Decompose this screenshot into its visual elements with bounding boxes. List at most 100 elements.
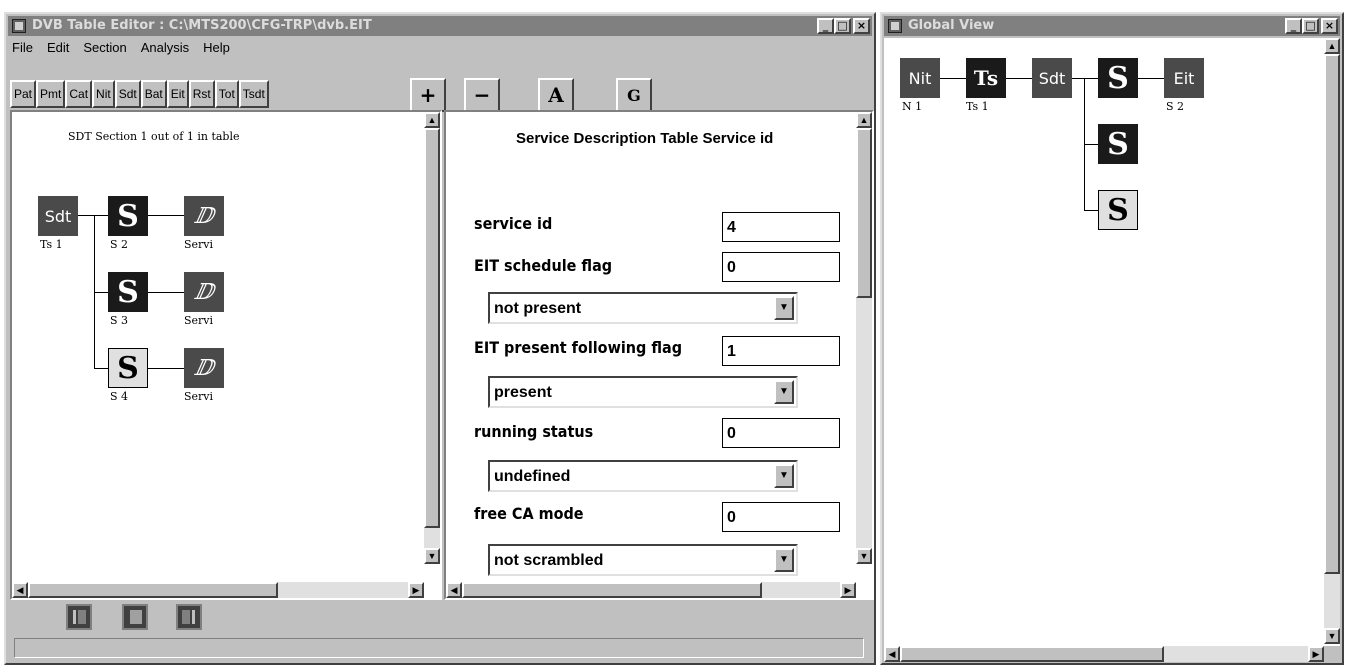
chevron-down-icon[interactable]: ▼ xyxy=(774,296,794,320)
detail-horizontal-scrollbar[interactable]: ◀ ▶ xyxy=(446,582,856,598)
tab-cat[interactable]: Cat xyxy=(65,80,93,108)
global-eit-node[interactable]: Eit xyxy=(1164,58,1204,98)
dvb-table-editor-window: DVB Table Editor : C:\MTS200\CFG-TRP\dvb… xyxy=(4,12,876,665)
eit-schedule-flag-input[interactable]: 0 xyxy=(722,252,840,282)
global-service-node[interactable]: S xyxy=(1098,124,1138,164)
tree-header: SDT Section 1 out of 1 in table xyxy=(68,130,240,143)
maximize-button[interactable]: □ xyxy=(834,18,851,34)
tab-tot[interactable]: Tot xyxy=(214,80,239,108)
menu-analysis[interactable]: Analysis xyxy=(139,40,191,58)
scroll-left-icon[interactable]: ◀ xyxy=(12,582,28,598)
tree-horizontal-scrollbar[interactable]: ◀ ▶ xyxy=(12,582,424,598)
service-descriptor-node[interactable]: ⅅ xyxy=(184,272,224,312)
eit-present-following-flag-input[interactable]: 1 xyxy=(722,336,840,366)
global-title-bar[interactable]: Global View _ □ × xyxy=(884,16,1340,36)
global-window-title: Global View xyxy=(908,18,995,33)
global-ts-node[interactable]: Ts xyxy=(966,58,1006,98)
menu-bar: File Edit Section Analysis Help xyxy=(10,40,232,58)
free-ca-mode-select[interactable]: not scrambled ▼ xyxy=(488,544,798,576)
global-sdt-node[interactable]: Sdt xyxy=(1032,58,1072,98)
running-status-select[interactable]: undefined ▼ xyxy=(488,460,798,492)
global-connector xyxy=(1084,210,1098,211)
close-button[interactable]: × xyxy=(853,18,870,34)
service-s-label: S xyxy=(117,274,139,310)
remove-button[interactable]: − xyxy=(464,78,500,112)
g-button[interactable]: G xyxy=(616,78,652,112)
last-record-icon[interactable] xyxy=(176,604,202,630)
scroll-thumb[interactable] xyxy=(424,128,440,528)
global-nit-node[interactable]: Nit xyxy=(900,58,940,98)
menu-help[interactable]: Help xyxy=(201,40,232,58)
scroll-up-icon[interactable]: ▲ xyxy=(856,112,872,128)
tree-service-node[interactable]: S xyxy=(108,272,148,312)
menu-file[interactable]: File xyxy=(10,40,35,58)
free-ca-mode-input[interactable]: 0 xyxy=(722,502,840,532)
tab-pat[interactable]: Pat xyxy=(10,80,37,108)
scroll-right-icon[interactable]: ▶ xyxy=(840,582,856,598)
select-value: undefined xyxy=(494,468,571,485)
main-window-title: DVB Table Editor : C:\MTS200\CFG-TRP\dvb… xyxy=(32,18,372,33)
add-button[interactable]: + xyxy=(410,78,446,112)
tab-tsdt[interactable]: Tsdt xyxy=(238,80,269,108)
tab-sdt[interactable]: Sdt xyxy=(114,80,141,108)
scroll-thumb[interactable] xyxy=(1324,54,1340,574)
scroll-up-icon[interactable]: ▲ xyxy=(424,112,440,128)
scroll-right-icon[interactable]: ▶ xyxy=(408,582,424,598)
close-button[interactable]: × xyxy=(1321,18,1338,34)
eit-schedule-flag-select[interactable]: not present ▼ xyxy=(488,292,798,324)
scroll-thumb[interactable] xyxy=(900,646,1164,662)
maximize-button[interactable]: □ xyxy=(1302,18,1319,34)
tree-connector xyxy=(148,368,184,369)
service-descriptor-node[interactable]: ⅅ xyxy=(184,348,224,388)
global-service-node[interactable]: S xyxy=(1098,58,1138,98)
tree-sdt-node[interactable]: Sdt xyxy=(38,196,78,236)
first-record-icon[interactable] xyxy=(66,604,92,630)
scroll-down-icon[interactable]: ▼ xyxy=(424,548,440,564)
scroll-thumb[interactable] xyxy=(856,128,872,298)
chevron-down-icon[interactable]: ▼ xyxy=(774,548,794,572)
global-connector xyxy=(940,78,966,79)
scroll-down-icon[interactable]: ▼ xyxy=(1324,628,1340,644)
service-id-input[interactable]: 4 xyxy=(722,212,840,242)
scroll-right-icon[interactable]: ▶ xyxy=(1308,646,1324,662)
scroll-up-icon[interactable]: ▲ xyxy=(1324,38,1340,54)
tree-service-node-selected[interactable]: S xyxy=(108,348,148,388)
tree-vertical-scrollbar[interactable]: ▲ ▼ xyxy=(424,112,440,564)
plus-icon: + xyxy=(419,83,437,107)
scroll-down-icon[interactable]: ▼ xyxy=(856,548,872,564)
tab-pmt[interactable]: Pmt xyxy=(36,80,66,108)
info-record-icon[interactable] xyxy=(122,604,148,630)
menu-edit[interactable]: Edit xyxy=(45,40,71,58)
global-ts-sublabel: Ts 1 xyxy=(966,100,989,113)
global-service-node-selected[interactable]: S xyxy=(1098,190,1138,230)
chevron-down-icon[interactable]: ▼ xyxy=(774,380,794,404)
tree-service-node[interactable]: S xyxy=(108,196,148,236)
detail-vertical-scrollbar[interactable]: ▲ ▼ xyxy=(856,112,872,564)
tab-eit[interactable]: Eit xyxy=(166,80,189,108)
app-icon xyxy=(12,19,26,33)
service-descriptor-node[interactable]: ⅅ xyxy=(184,196,224,236)
tab-rst[interactable]: Rst xyxy=(188,80,215,108)
scroll-left-icon[interactable]: ◀ xyxy=(446,582,462,598)
running-status-input[interactable]: 0 xyxy=(722,418,840,448)
scroll-thumb[interactable] xyxy=(28,582,278,598)
a-button[interactable]: A xyxy=(538,78,574,112)
detail-header: Service Description Table Service id xyxy=(516,130,774,147)
menu-section[interactable]: Section xyxy=(81,40,128,58)
service-s-label: S xyxy=(117,350,139,386)
global-connector xyxy=(1006,78,1032,79)
minimize-button[interactable]: _ xyxy=(817,18,834,34)
resize-grip-icon[interactable] xyxy=(1324,646,1340,662)
tab-bat[interactable]: Bat xyxy=(140,80,167,108)
global-horizontal-scrollbar[interactable]: ◀ ▶ xyxy=(884,646,1324,662)
chevron-down-icon[interactable]: ▼ xyxy=(774,464,794,488)
tab-nit[interactable]: Nit xyxy=(92,80,115,108)
minimize-button[interactable]: _ xyxy=(1285,18,1302,34)
select-value: not scrambled xyxy=(494,552,604,569)
eit-present-following-flag-label: EIT present following flag xyxy=(474,338,683,357)
scroll-left-icon[interactable]: ◀ xyxy=(884,646,900,662)
scroll-thumb[interactable] xyxy=(462,582,762,598)
main-title-bar[interactable]: DVB Table Editor : C:\MTS200\CFG-TRP\dvb… xyxy=(8,16,872,36)
global-vertical-scrollbar[interactable]: ▲ ▼ xyxy=(1324,38,1340,644)
eit-present-following-flag-select[interactable]: present ▼ xyxy=(488,376,798,408)
